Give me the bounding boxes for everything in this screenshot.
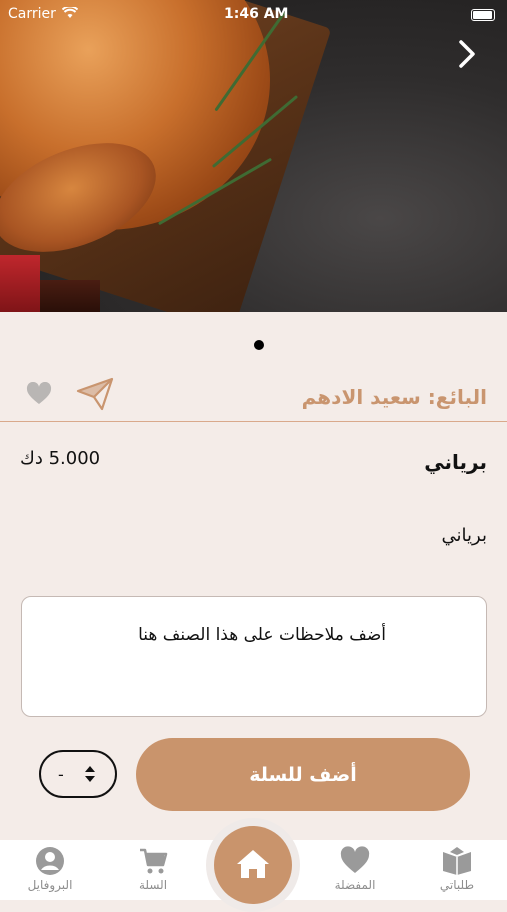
red-box <box>0 255 40 312</box>
share-send-icon[interactable] <box>76 377 114 411</box>
tab-profile-label: البروفايل <box>27 878 73 892</box>
tab-favorites-label: المفضلة <box>334 878 376 892</box>
tab-cart-label: السلة <box>138 878 168 892</box>
product-description: برياني <box>441 525 487 546</box>
tab-home-button[interactable] <box>214 826 292 904</box>
battery-icon <box>471 9 495 21</box>
favorite-heart-icon[interactable] <box>26 382 52 406</box>
wifi-icon <box>62 7 78 18</box>
tab-orders[interactable]: طلباتي <box>412 846 502 892</box>
page-indicator-dot <box>254 340 264 350</box>
home-icon <box>237 850 269 878</box>
orders-icon <box>443 847 471 875</box>
tab-profile[interactable]: البروفايل <box>5 846 95 892</box>
add-to-cart-button[interactable]: أضف للسلة <box>136 738 470 811</box>
seller-name: البائع: سعيد الادهم <box>301 385 487 409</box>
profile-icon <box>36 847 64 875</box>
notes-field[interactable] <box>21 596 487 717</box>
cart-icon <box>140 848 168 874</box>
up-down-arrows-icon[interactable] <box>83 763 97 785</box>
tab-favorites[interactable]: المفضلة <box>310 846 400 892</box>
quantity-value: - <box>58 765 64 784</box>
spice-jar <box>40 280 100 312</box>
status-bar: Carrier 1:46 AM <box>0 6 507 26</box>
tab-orders-label: طلباتي <box>439 878 475 892</box>
seller-row: البائع: سعيد الادهم <box>0 365 507 422</box>
status-time: 1:46 AM <box>224 6 289 22</box>
chevron-right-icon[interactable] <box>453 36 481 72</box>
product-name: برياني <box>424 450 487 474</box>
quantity-stepper[interactable]: - <box>39 750 117 798</box>
carrier-label: Carrier <box>8 6 56 22</box>
product-price: 5.000 دك <box>20 448 101 469</box>
heart-icon <box>340 846 370 873</box>
tab-cart[interactable]: السلة <box>108 846 198 892</box>
product-image: Carrier 1:46 AM <box>0 0 507 312</box>
